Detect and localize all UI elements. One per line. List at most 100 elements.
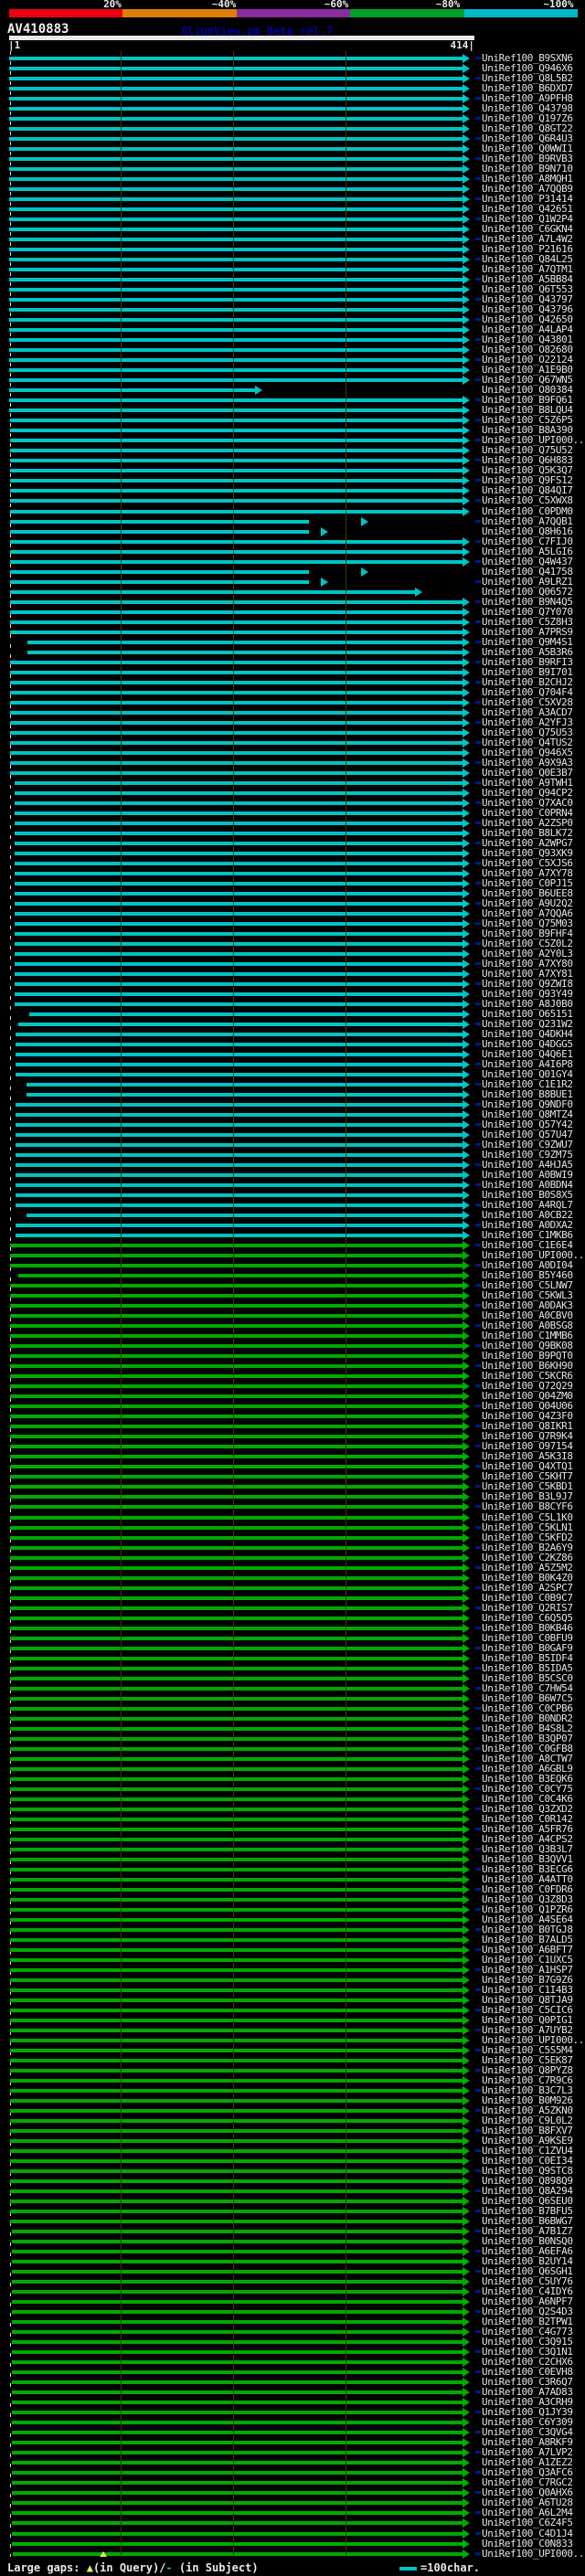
hit-bar[interactable] [11, 2320, 463, 2325]
hit-bar[interactable] [10, 559, 463, 564]
hit-label[interactable]: UniRef100_Q41758 [482, 567, 573, 577]
hit-label[interactable]: UniRef100_C0CPB6 [482, 1703, 573, 1713]
hit-label[interactable]: UniRef100_B2A6Y9 [482, 1542, 573, 1553]
alignment-row[interactable]: UniRef100_A5B3R6 [0, 647, 585, 657]
hit-label[interactable]: UniRef100_B9I701 [482, 667, 573, 677]
hit-bar[interactable] [15, 901, 463, 906]
hit-bar[interactable] [10, 2210, 463, 2214]
hit-bar[interactable] [9, 228, 463, 232]
hit-bar[interactable] [10, 1887, 463, 1892]
hit-bar[interactable] [11, 2280, 463, 2284]
alignment-row[interactable]: UniRef100_B8CYF6 [0, 1501, 585, 1512]
hit-label[interactable]: UniRef100_Q4W437 [482, 557, 573, 567]
alignment-row[interactable]: UniRef100_A2SPC7 [0, 1583, 585, 1593]
hit-bar[interactable] [11, 2421, 463, 2425]
alignment-row[interactable]: UniRef100_B9RFI3 [0, 657, 585, 667]
hit-bar[interactable] [11, 2270, 463, 2274]
hit-bar[interactable] [9, 177, 463, 182]
hit-bar[interactable] [10, 1696, 463, 1701]
hit-bar[interactable] [10, 2200, 463, 2204]
hit-bar[interactable] [10, 1998, 463, 2002]
hit-bar[interactable] [10, 479, 463, 483]
alignment-row[interactable]: UniRef100_A5LGI6 [0, 546, 585, 557]
hit-bar[interactable] [10, 1244, 463, 1248]
alignment-row[interactable]: UniRef100_C0N833 [0, 2539, 585, 2549]
hit-bar[interactable] [10, 2079, 463, 2083]
hit-bar[interactable] [10, 1897, 463, 1902]
hit-bar[interactable] [9, 368, 463, 373]
hit-bar[interactable] [11, 2441, 463, 2445]
hit-bar[interactable] [9, 187, 463, 192]
alignment-row[interactable]: UniRef100_C0B9C7 [0, 1593, 585, 1603]
hit-bar[interactable] [10, 1666, 463, 1670]
hit-bar[interactable] [10, 1947, 463, 1952]
hit-bar[interactable] [10, 599, 463, 604]
hit-bar[interactable] [10, 1726, 463, 1731]
hit-bar[interactable] [10, 630, 463, 634]
hit-bar[interactable] [11, 2501, 463, 2506]
hit-bar[interactable] [15, 881, 463, 885]
hit-bar[interactable] [16, 1033, 463, 1036]
hit-bar[interactable] [11, 2340, 463, 2345]
hit-bar[interactable] [15, 971, 463, 976]
alignment-row[interactable]: UniRef100_C6Q5Q5 [0, 1613, 585, 1623]
hit-bar[interactable] [10, 2109, 463, 2113]
hit-bar[interactable] [11, 2531, 463, 2536]
hit-bar[interactable] [10, 610, 463, 614]
hit-bar[interactable] [16, 1123, 463, 1128]
hit-bar[interactable] [11, 2521, 463, 2526]
hit-label[interactable]: UniRef100_C7HW54 [482, 1683, 573, 1693]
hit-bar[interactable] [10, 1917, 463, 1922]
alignment-row[interactable]: UniRef100_A3ACD7 [0, 707, 585, 717]
hit-bar[interactable] [10, 1626, 463, 1630]
hit-bar[interactable] [10, 2139, 463, 2144]
hit-label[interactable]: UniRef100_Q704F4 [482, 687, 573, 697]
hit-bar[interactable] [9, 97, 463, 101]
alignment-row[interactable]: UniRef100_A7QQB1 [0, 516, 585, 526]
hit-bar[interactable] [16, 1103, 463, 1107]
alignment-row[interactable]: UniRef100_C0CPB6 [0, 1703, 585, 1713]
hit-bar[interactable] [29, 1012, 463, 1016]
hit-bar[interactable] [9, 258, 463, 262]
hit-bar[interactable] [9, 137, 463, 142]
hit-bar[interactable] [16, 1234, 463, 1238]
hit-bar[interactable] [11, 2431, 463, 2435]
hit-bar[interactable] [15, 780, 463, 785]
hit-bar[interactable] [11, 2330, 463, 2335]
hit-bar[interactable] [10, 1606, 463, 1610]
hit-label[interactable]: UniRef100_B0NDR2 [482, 1713, 573, 1723]
hit-bar[interactable] [15, 821, 463, 825]
hit-bar[interactable] [10, 2018, 463, 2022]
hit-bar[interactable] [10, 499, 463, 504]
hit-bar[interactable] [10, 1706, 463, 1711]
hit-bar[interactable] [9, 87, 463, 90]
alignment-row[interactable]: UniRef100_Q7Y070 [0, 607, 585, 617]
hit-label[interactable]: UniRef100_B5CSC0 [482, 1673, 573, 1683]
hit-bar[interactable] [15, 790, 463, 795]
hit-bar[interactable] [9, 248, 463, 252]
hit-bar[interactable] [10, 1354, 463, 1359]
hit-bar[interactable] [10, 1977, 463, 1982]
hit-bar[interactable] [10, 1797, 463, 1801]
alignment-row[interactable]: UniRef100_C5KLN1 [0, 1522, 585, 1532]
hit-bar[interactable] [10, 1455, 463, 1459]
hit-bar[interactable] [10, 1254, 463, 1258]
hit-bar[interactable] [15, 921, 463, 926]
hit-bar[interactable] [9, 117, 463, 122]
hit-bar[interactable] [10, 2008, 463, 2012]
hit-bar[interactable] [11, 2380, 463, 2385]
hit-bar[interactable] [10, 1927, 463, 1932]
alignment-row[interactable]: UniRef100_B2A6Y9 [0, 1542, 585, 1553]
hit-bar[interactable] [10, 700, 463, 705]
hit-bar[interactable] [10, 2049, 463, 2052]
hit-bar[interactable] [9, 338, 463, 343]
alignment-row[interactable]: UniRef100_C4D1J4 [0, 2528, 585, 2539]
hit-bar[interactable] [11, 2350, 463, 2355]
hit-bar[interactable] [10, 1284, 463, 1288]
hit-bar[interactable] [10, 710, 463, 715]
hit-bar[interactable] [10, 1495, 463, 1500]
hit-bar[interactable] [10, 1435, 463, 1439]
hit-bar[interactable] [10, 690, 463, 694]
hit-bar[interactable] [16, 1203, 463, 1208]
alignment-row[interactable]: UniRef100_B6W7C5 [0, 1693, 585, 1703]
